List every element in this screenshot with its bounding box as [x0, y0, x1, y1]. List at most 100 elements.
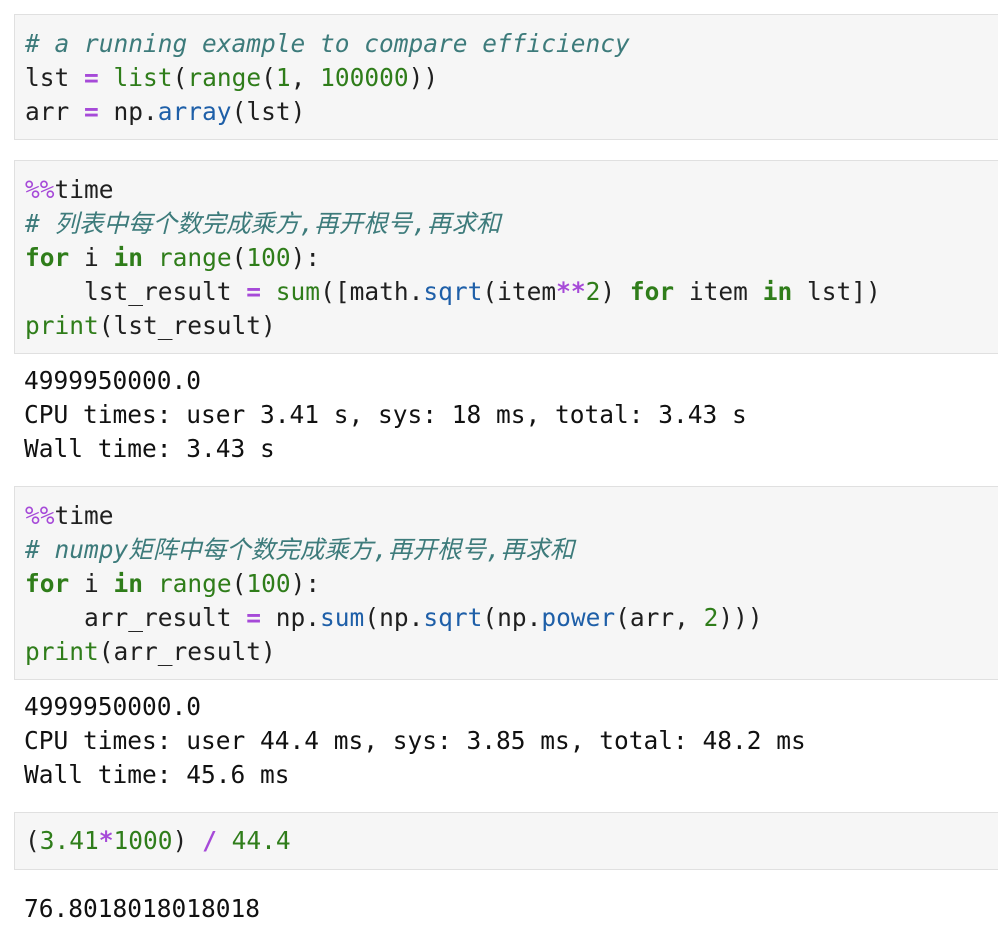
code-token: 44.4 — [231, 826, 291, 855]
code-token: ): — [290, 243, 321, 272]
code-token: 100 — [246, 569, 291, 598]
code-token: ))) — [718, 603, 763, 632]
code-token: (lst_result) — [98, 311, 276, 340]
code-token: time — [54, 501, 114, 530]
code-line: %%time — [25, 499, 114, 533]
code-token: np. — [261, 603, 321, 632]
code-line: arr = np.array(lst) — [25, 95, 305, 129]
output-line: 76.8018018018018 — [24, 894, 261, 923]
code-token: ): — [290, 569, 321, 598]
code-token: * — [98, 826, 114, 855]
code-token: 2 — [585, 277, 601, 306]
code-token: (arr_result) — [98, 637, 276, 666]
code-token: range — [157, 243, 232, 272]
code-token: arr — [25, 97, 85, 126]
code-token: 1000 — [113, 826, 173, 855]
code-token: , — [290, 63, 321, 92]
code-line: (3.41*1000) / 44.4 — [25, 824, 291, 858]
code-token: range — [187, 63, 262, 92]
code-token: power — [541, 603, 616, 632]
output-line: Wall time: 45.6 ms — [24, 760, 290, 789]
output-line: Wall time: 3.43 s — [24, 434, 275, 463]
code-token: ** — [556, 277, 586, 306]
code-token: print — [25, 311, 99, 340]
code-token: for — [629, 277, 675, 306]
code-token: ( — [25, 826, 40, 855]
code-token: = — [84, 97, 99, 126]
code-token: sqrt — [423, 603, 483, 632]
code-line: lst_result = sum([math.sqrt(item**2) for… — [25, 275, 881, 309]
code-cell-1[interactable]: # a running example to compare efficienc… — [14, 14, 998, 140]
output-line: CPU times: user 3.41 s, sys: 18 ms, tota… — [24, 400, 747, 429]
code-token: (arr, — [615, 603, 704, 632]
code-token: %% — [25, 175, 55, 204]
code-token: for — [25, 569, 70, 598]
code-token: in — [762, 277, 793, 306]
code-token: i — [69, 569, 114, 598]
code-token: = — [84, 63, 99, 92]
code-line: # 列表中每个数完成乘方,再开根号,再求和 — [25, 207, 501, 241]
code-token: 1 — [275, 63, 291, 92]
code-token: arr_result — [25, 603, 247, 632]
code-token: sqrt — [423, 277, 483, 306]
code-token: print — [25, 637, 99, 666]
code-line: for i in range(100): — [25, 567, 320, 601]
code-token: ( — [231, 243, 247, 272]
code-token: lst — [25, 63, 85, 92]
code-line: # a running example to compare efficienc… — [25, 27, 630, 61]
code-token: in — [113, 569, 144, 598]
code-cell-2[interactable]: %%time # 列表中每个数完成乘方,再开根号,再求和 for i in ra… — [14, 160, 998, 354]
code-token: in — [113, 243, 144, 272]
output-line: 4999950000.0 — [24, 366, 202, 395]
code-token: sum — [275, 277, 321, 306]
code-token: lst]) — [792, 277, 881, 306]
code-token: = — [246, 277, 262, 306]
code-token: np. — [98, 97, 158, 126]
output-line: 4999950000.0 — [24, 692, 202, 721]
code-token: (np. — [364, 603, 424, 632]
code-token: # a running example to compare efficienc… — [25, 29, 630, 58]
code-line: print(lst_result) — [25, 309, 276, 343]
code-token: sum — [320, 603, 365, 632]
code-token: (lst) — [231, 97, 306, 126]
code-token: ( — [172, 63, 188, 92]
code-token: 2 — [703, 603, 719, 632]
code-token: ([math. — [320, 277, 424, 306]
code-token: = — [246, 603, 262, 632]
code-token: (np. — [482, 603, 542, 632]
code-token: 100000 — [320, 63, 409, 92]
code-token: list — [113, 63, 173, 92]
code-token: item — [674, 277, 763, 306]
code-cell-3[interactable]: %%time # numpy矩阵中每个数完成乘方,再开根号,再求和 for i … — [14, 486, 998, 680]
code-token: ) — [600, 277, 630, 306]
code-token: %% — [25, 501, 55, 530]
code-token: / — [202, 826, 217, 855]
code-line: %%time — [25, 173, 114, 207]
code-line: arr_result = np.sum(np.sqrt(np.power(arr… — [25, 601, 763, 635]
code-token: time — [54, 175, 114, 204]
code-line: for i in range(100): — [25, 241, 320, 275]
code-token: range — [157, 569, 232, 598]
code-line: # numpy矩阵中每个数完成乘方,再开根号,再求和 — [25, 533, 574, 567]
code-token: ) — [172, 826, 203, 855]
code-token: i — [69, 243, 114, 272]
code-token: 3.41 — [39, 826, 99, 855]
code-token: ( — [231, 569, 247, 598]
output-line: CPU times: user 44.4 ms, sys: 3.85 ms, t… — [24, 726, 806, 755]
code-token: (item — [482, 277, 557, 306]
code-line: lst = list(range(1, 100000)) — [25, 61, 438, 95]
code-token: lst_result — [25, 277, 247, 306]
code-token: array — [157, 97, 232, 126]
code-token: for — [25, 243, 70, 272]
code-token: 100 — [246, 243, 291, 272]
code-token: )) — [408, 63, 439, 92]
code-token: # numpy矩阵中每个数完成乘方,再开根号,再求和 — [25, 535, 575, 564]
code-token: # 列表中每个数完成乘方,再开根号,再求和 — [25, 209, 501, 238]
code-cell-4[interactable]: (3.41*1000) / 44.4 — [14, 812, 998, 870]
code-line: print(arr_result) — [25, 635, 276, 669]
